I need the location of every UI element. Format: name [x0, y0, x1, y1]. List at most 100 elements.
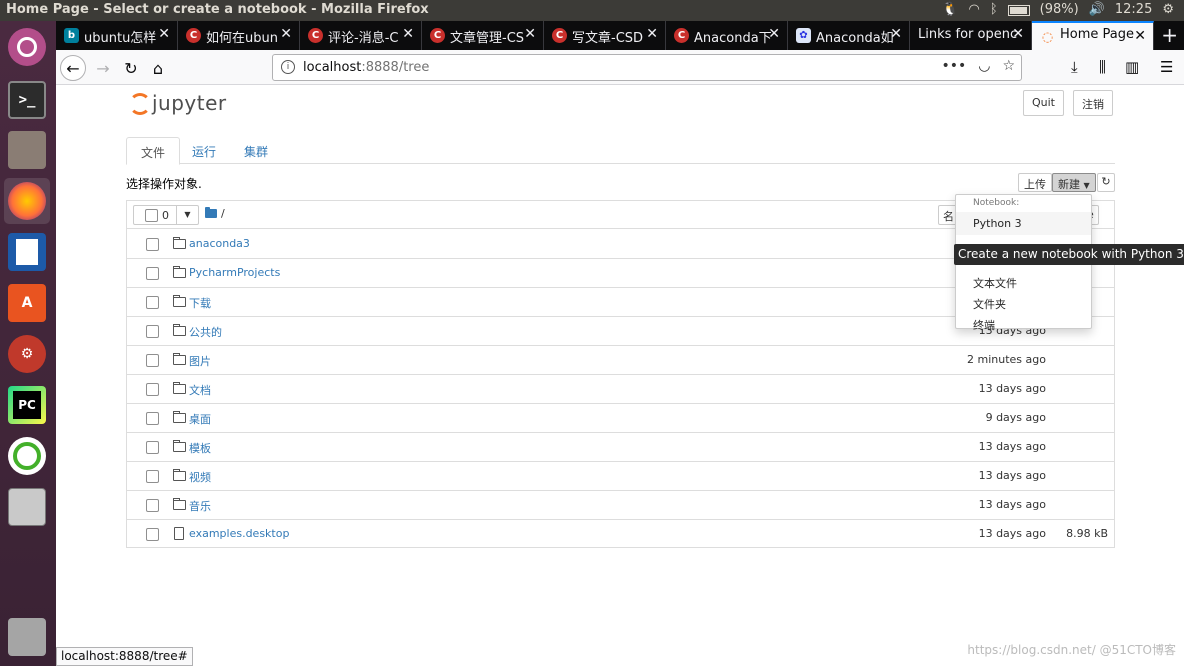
menu-icon[interactable]: ☰: [1160, 58, 1173, 76]
menu-item-python3[interactable]: Python 3: [956, 212, 1091, 235]
tab-files[interactable]: 文件: [126, 137, 181, 165]
ubuntu-dash-icon[interactable]: [4, 24, 50, 70]
item-name-link[interactable]: 公共的: [189, 324, 222, 340]
bluetooth-icon[interactable]: ᛒ: [990, 2, 998, 17]
tux-icon[interactable]: 🐧: [942, 2, 958, 17]
row-checkbox[interactable]: [146, 325, 159, 338]
select-all-checkbox[interactable]: [145, 208, 158, 222]
selection-dropdown-icon[interactable]: ▼: [176, 205, 198, 225]
item-name-link[interactable]: 下载: [189, 295, 211, 311]
firefox-icon[interactable]: [4, 178, 50, 224]
row-checkbox[interactable]: [146, 354, 159, 367]
pycharm-icon[interactable]: PC: [4, 382, 50, 428]
close-tab-icon[interactable]: ✕: [1012, 26, 1024, 42]
item-name-link[interactable]: PycharmProjects: [189, 266, 280, 279]
back-button[interactable]: ←: [60, 55, 86, 81]
table-row[interactable]: 视频 13 days ago: [127, 462, 1114, 491]
item-name-link[interactable]: 桌面: [189, 411, 211, 427]
site-info-icon[interactable]: i: [281, 60, 295, 74]
url-text[interactable]: localhost:8888/tree: [303, 60, 429, 75]
row-checkbox[interactable]: [146, 499, 159, 512]
clock[interactable]: 12:25: [1115, 2, 1152, 17]
files-icon[interactable]: [4, 127, 50, 173]
library-icon[interactable]: ⫼: [1099, 58, 1106, 76]
reload-button[interactable]: ↻: [118, 55, 144, 81]
new-tab-icon[interactable]: +: [1161, 23, 1178, 47]
item-name-link[interactable]: 视频: [189, 469, 211, 485]
browser-tab[interactable]: C 如何在ubun ✕: [178, 21, 300, 50]
browser-tab[interactable]: ✿ Anaconda如 ✕: [788, 21, 910, 50]
logout-button[interactable]: 注销: [1073, 90, 1113, 116]
home-button[interactable]: ⌂: [145, 55, 171, 81]
browser-tab[interactable]: ◌ Home Page ✕: [1032, 21, 1154, 50]
terminal-icon[interactable]: >_: [4, 77, 50, 123]
item-name-link[interactable]: examples.desktop: [189, 527, 289, 540]
close-tab-icon[interactable]: ✕: [1134, 28, 1146, 44]
close-tab-icon[interactable]: ✕: [890, 26, 902, 42]
system-tray[interactable]: 🐧 ◠ ᛒ (98%) 🔊 12:25 ⚙: [942, 2, 1174, 17]
power-icon[interactable]: ⚙: [1162, 2, 1174, 17]
row-checkbox[interactable]: [146, 412, 159, 425]
browser-tab[interactable]: C 文章管理-CS ✕: [422, 21, 544, 50]
home-folder-icon[interactable]: [205, 207, 217, 218]
menu-item-text-file[interactable]: 文本文件: [973, 275, 1017, 291]
item-name-link[interactable]: 文档: [189, 382, 211, 398]
anaconda-navigator-icon[interactable]: [4, 433, 50, 479]
table-row[interactable]: 图片 2 minutes ago: [127, 346, 1114, 375]
new-button[interactable]: 新建 ▼: [1052, 173, 1096, 192]
row-checkbox[interactable]: [146, 267, 159, 280]
row-checkbox[interactable]: [146, 238, 159, 251]
browser-tab[interactable]: C 写文章-CSD ✕: [544, 21, 666, 50]
sidebar-icon[interactable]: ▥: [1125, 58, 1139, 76]
trash-icon[interactable]: [4, 614, 50, 660]
bookmark-star-icon[interactable]: ☆: [1002, 58, 1015, 74]
downloads-icon[interactable]: ⤓: [1071, 58, 1078, 76]
row-checkbox[interactable]: [146, 441, 159, 454]
table-row[interactable]: examples.desktop 13 days ago 8.98 kB: [127, 520, 1114, 549]
browser-tab[interactable]: C Anaconda下 ✕: [666, 21, 788, 50]
table-row[interactable]: 音乐 13 days ago: [127, 491, 1114, 520]
software-center-icon[interactable]: A: [4, 280, 50, 326]
close-tab-icon[interactable]: ✕: [158, 26, 170, 42]
quit-button[interactable]: Quit: [1023, 90, 1064, 116]
table-row[interactable]: 模板 13 days ago: [127, 433, 1114, 462]
item-name-link[interactable]: 图片: [189, 353, 211, 369]
row-checkbox[interactable]: [146, 470, 159, 483]
close-tab-icon[interactable]: ✕: [524, 26, 536, 42]
upload-button[interactable]: 上传: [1018, 173, 1052, 192]
menu-item-terminal[interactable]: 终端: [973, 317, 995, 333]
page-actions-icon[interactable]: •••: [941, 58, 966, 74]
tab-clusters[interactable]: 集群: [230, 137, 282, 164]
browser-tab[interactable]: Links for openc ✕: [910, 21, 1032, 50]
browser-tab[interactable]: C 评论-消息-C ✕: [300, 21, 422, 50]
close-tab-icon[interactable]: ✕: [646, 26, 658, 42]
row-checkbox[interactable]: [146, 383, 159, 396]
item-name-link[interactable]: 模板: [189, 440, 211, 456]
row-checkbox[interactable]: [146, 296, 159, 309]
system-settings-icon[interactable]: ⚙: [4, 331, 50, 377]
tab-running[interactable]: 运行: [178, 137, 230, 164]
select-all-control[interactable]: 0 ▼: [133, 205, 199, 225]
forward-button[interactable]: →: [90, 55, 116, 81]
libreoffice-writer-icon[interactable]: [4, 229, 50, 275]
breadcrumb-root[interactable]: /: [221, 207, 225, 220]
volume-icon[interactable]: 🔊: [1089, 2, 1105, 17]
disk-icon[interactable]: [4, 484, 50, 530]
table-row[interactable]: 文档 13 days ago: [127, 375, 1114, 404]
menu-item-folder[interactable]: 文件夹: [973, 296, 1006, 312]
refresh-icon[interactable]: ↻: [1097, 173, 1115, 192]
item-name-link[interactable]: anaconda3: [189, 237, 250, 250]
table-row[interactable]: 桌面 9 days ago: [127, 404, 1114, 433]
breadcrumb[interactable]: /: [205, 207, 225, 220]
close-tab-icon[interactable]: ✕: [402, 26, 414, 42]
close-tab-icon[interactable]: ✕: [768, 26, 780, 42]
pocket-icon[interactable]: ◡: [978, 58, 990, 74]
row-checkbox[interactable]: [146, 528, 159, 541]
wifi-icon[interactable]: ◠: [968, 2, 979, 17]
jupyter-logo[interactable]: jupyter: [128, 91, 227, 115]
close-tab-icon[interactable]: ✕: [280, 26, 292, 42]
item-name-link[interactable]: 音乐: [189, 498, 211, 514]
browser-tab[interactable]: b ubuntu怎样 ✕: [56, 21, 178, 50]
url-bar[interactable]: i localhost:8888/tree ••• ◡ ☆: [272, 54, 1022, 81]
battery-icon[interactable]: [1007, 5, 1030, 16]
